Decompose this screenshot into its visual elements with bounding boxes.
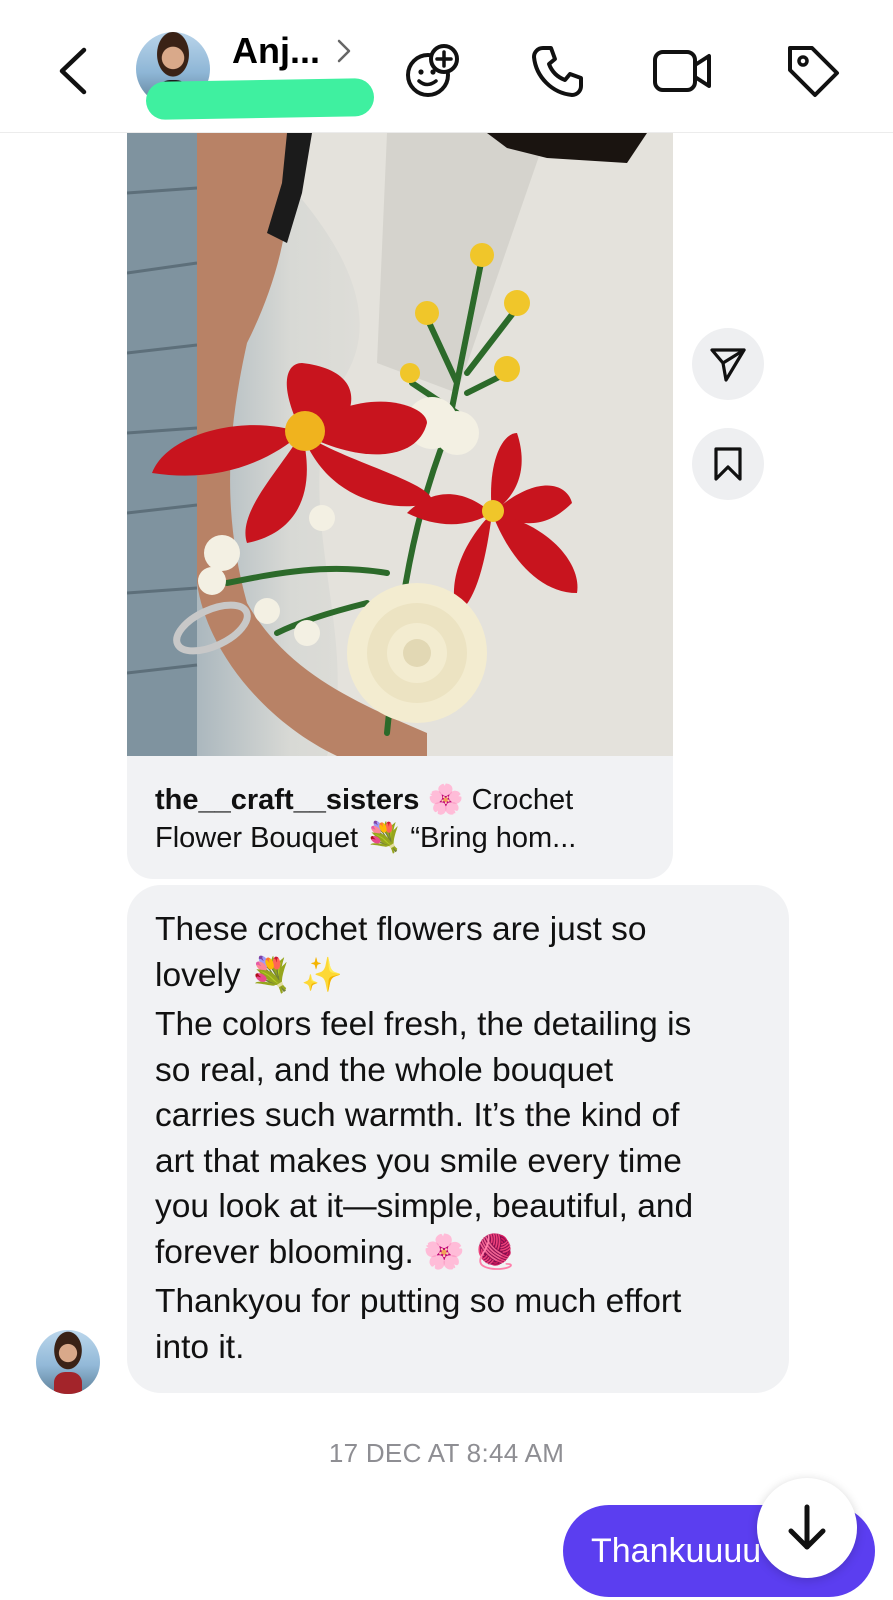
- tag-icon: [788, 46, 839, 97]
- video-camera-icon: [653, 50, 711, 92]
- message-line: art that makes you smile every time: [155, 1142, 682, 1180]
- chevron-left-icon: [59, 47, 87, 95]
- contact-name[interactable]: Anj...: [232, 30, 320, 72]
- post-caption-line2: Flower Bouquet 💐 “Bring hom...: [155, 822, 577, 854]
- username-redaction: [145, 78, 375, 120]
- message-line: forever blooming. 🌸 🧶: [155, 1233, 516, 1271]
- phone-icon: [532, 46, 583, 97]
- message-line: so real, and the whole bouquet: [155, 1051, 614, 1089]
- scroll-to-bottom-button[interactable]: [757, 1478, 857, 1578]
- sent-message-text: Thankuuuu: [591, 1532, 762, 1570]
- message-line: Thankyou for putting so much effort: [155, 1283, 682, 1320]
- effects-button[interactable]: [397, 36, 467, 106]
- call-button[interactable]: [522, 36, 592, 106]
- received-message-bubble[interactable]: These crochet flowers are just so lovely…: [127, 885, 789, 1393]
- back-button[interactable]: [48, 40, 98, 102]
- post-caption[interactable]: the__craft__sisters 🌸 Crochet Flower Bou…: [155, 781, 655, 857]
- chevron-right-icon[interactable]: [336, 38, 352, 64]
- message-line: The colors feel fresh, the detailing is: [155, 1006, 692, 1043]
- share-button[interactable]: [692, 328, 764, 400]
- save-button[interactable]: [692, 428, 764, 500]
- post-username: the__craft__sisters: [155, 784, 420, 816]
- message-line: These crochet flowers are just so: [155, 911, 647, 948]
- message-line: carries such warmth. It’s the kind of: [155, 1097, 680, 1134]
- post-image[interactable]: [127, 133, 673, 756]
- video-call-button[interactable]: [648, 36, 718, 106]
- bookmark-icon: [714, 447, 742, 481]
- received-message-text: These crochet flowers are just so lovely…: [155, 907, 761, 1370]
- crochet-bouquet-image: [127, 133, 673, 756]
- chat-header: Anj...: [0, 0, 893, 133]
- message-timestamp: 17 DEC AT 8:44 AM: [328, 1438, 565, 1468]
- send-icon: [710, 348, 746, 382]
- sticker-smiley-plus-icon: [406, 44, 459, 97]
- arrow-down-icon: [788, 1504, 826, 1550]
- sender-avatar[interactable]: [36, 1330, 100, 1394]
- shared-post[interactable]: the__craft__sisters 🌸 Crochet Flower Bou…: [127, 133, 673, 879]
- tag-button[interactable]: [778, 36, 848, 106]
- message-line: you look at it—simple, beautiful, and: [155, 1188, 694, 1225]
- message-line: lovely 💐 ✨: [155, 956, 343, 994]
- message-line: into it.: [155, 1328, 245, 1366]
- post-caption-line1: 🌸 Crochet: [419, 784, 574, 816]
